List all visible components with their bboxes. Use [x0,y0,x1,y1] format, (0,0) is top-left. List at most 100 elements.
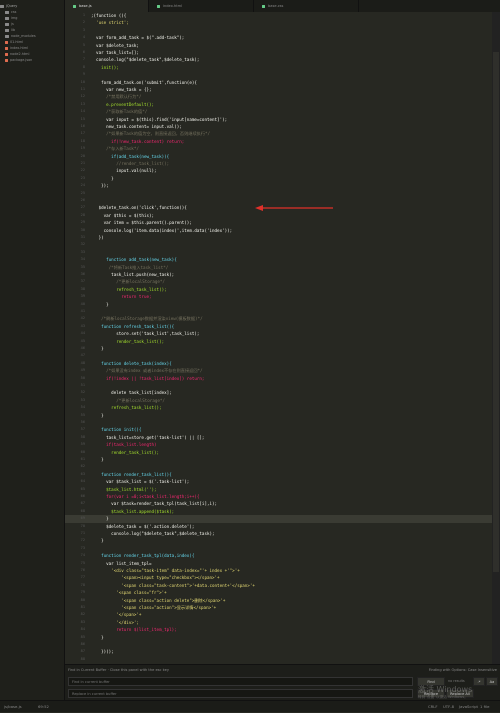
line-number: 70 [80,523,85,528]
regex-toggle[interactable]: .* [473,677,485,686]
code-line[interactable]: function refresh_task_list(){ [91,323,174,330]
code-line[interactable]: refresh_task_list(); [91,404,161,411]
code-line[interactable]: e.preventDefault(); [91,101,154,108]
code-line[interactable]: delete task_list[index]; [91,389,172,396]
code-line[interactable]: $task_list.html(''); [91,486,156,493]
code-line[interactable]: 'use strict'; [91,19,129,26]
find-input[interactable]: Find in current buffer [68,677,413,686]
code-line[interactable]: } [91,537,104,544]
code-line[interactable]: task_list.push(new_task); [91,271,174,278]
code-line[interactable]: '</div>'; [91,619,139,626]
code-line[interactable]: }) [91,234,104,241]
code-line[interactable]: return $(list_item_tpl); [91,626,177,633]
vertical-scrollbar[interactable] [492,12,500,664]
code-line[interactable]: console.log("$delete_task",$delete_task)… [91,56,199,63]
find-panel-info: Find in Current Buffer · Close this pane… [68,668,169,672]
code-line[interactable]: render_task_list(); [91,338,164,345]
code-line[interactable]: var list_item_tpl= [91,560,151,567]
code-line[interactable]: /*获取新Task的值*/ [91,108,147,115]
code-line[interactable]: if(task_list.length) [91,441,156,448]
code-line[interactable]: $task_list.append($task); [91,508,174,515]
code-line[interactable]: if(add_task(new_task)){ [91,153,169,160]
code-line[interactable]: /*禁用默认行为*/ [91,93,141,100]
code-line[interactable]: /*如果没有index 或者index不存在则直接返回*/ [91,367,202,374]
code-line[interactable]: var task_list=[]; [91,49,139,56]
code-line[interactable]: console.log("$delete_task",$delete_task)… [91,530,214,537]
code-line[interactable]: if(!index || !task_list[index]) return; [91,375,204,382]
code-line[interactable]: refresh_task_list(); [91,286,166,293]
status-line-ending[interactable]: CRLF [428,701,438,713]
code-line[interactable]: } [91,412,104,419]
code-line[interactable]: console.log('item.data(index)',item.data… [91,227,233,234]
code-line[interactable]: /*刷新localStorage数据并渲染view(模板数据)*/ [91,315,203,322]
line-number: 15 [80,116,85,121]
code-line[interactable]: form_add_task.on('submit',function(e){ [91,79,197,86]
code-line[interactable]: } [91,175,114,182]
scrollbar-thumb[interactable] [493,52,499,572]
replace-input[interactable]: Replace in current buffer [68,689,413,698]
code-line[interactable]: var $task=render_task_tpl(task_list[i],i… [91,500,217,507]
code-line[interactable]: })(); [91,648,114,655]
code-line[interactable]: /*将新Task推入task_list*/ [91,264,169,271]
editor-tab[interactable]: index.html [149,0,254,12]
tab-label: index.html [163,4,183,8]
code-line[interactable]: task_list=store.get('task-list') || []; [91,434,204,441]
code-line[interactable]: if(!new_task.content) return; [91,138,184,145]
code-line[interactable]: '<span class="action delete">删除</span>'+ [91,597,225,604]
code-line[interactable]: input.val(null); [91,167,156,174]
code-line[interactable]: return true; [91,293,151,300]
line-number: 40 [80,301,85,306]
code-line[interactable]: }); [91,182,109,189]
code-line[interactable]: init(); [91,64,119,71]
code-line[interactable]: '<div class="task-item" data-index="'+ i… [91,567,240,574]
code-editor[interactable]: 1 ;(function (){2 'use strict'; 3 4 var for… [65,12,492,664]
code-line[interactable]: ;(function (){ [91,12,126,19]
code-line[interactable]: function render_task_tpl(data,index){ [91,552,194,559]
code-line[interactable]: new_task.content= input.val(); [91,123,182,130]
code-line[interactable]: } [91,456,104,463]
code-line[interactable]: $delete_task = $('.action.delete'); [91,523,194,530]
code-line[interactable]: '<span class="fr">'+ [91,589,166,596]
code-line[interactable]: } [91,634,104,641]
status-file-path[interactable]: js/base.js [4,701,22,713]
code-line[interactable]: function init(){ [91,426,141,433]
line-number: 35 [80,264,85,269]
code-line[interactable]: store.set('task_list',task_list); [91,330,199,337]
line-number: 59 [80,442,85,447]
code-area[interactable]: 1 ;(function (){2 'use strict'; 3 4 var for… [65,12,492,664]
code-line[interactable]: /*如果新Task的值为空，则直接返回，否则继续执行*/ [91,130,210,137]
code-line[interactable]: '</span>'+ [91,611,141,618]
code-line[interactable]: /*存入新Task*/ [91,145,139,152]
code-line[interactable]: function delete_task(index){ [91,360,172,367]
code-line[interactable]: //render_task_list(); [91,160,169,167]
code-line[interactable]: function render_task_list(){ [91,471,172,478]
code-line[interactable]: '<span class="action">显示详情</span>'+ [91,604,216,611]
code-line[interactable]: render_task_list(); [91,449,159,456]
code-line[interactable]: function add_task(new_task){ [91,256,177,263]
status-cursor-position[interactable]: 69:52 [38,701,49,713]
code-line[interactable]: var new_task = {}; [91,86,151,93]
code-line[interactable]: /*更新localStorage*/ [91,278,165,285]
tree-item[interactable]: package.json [0,57,64,63]
code-line[interactable]: var $delete_task; [91,42,139,49]
editor-tab[interactable]: base.css [254,0,359,12]
line-number: 5 [82,42,85,47]
code-line[interactable]: $delete_task.on('click',function(){ [91,204,187,211]
code-line[interactable]: '<span class="task-content">'+data.conte… [91,582,255,589]
code-line[interactable]: var item = $this.parent().parent(); [91,219,192,226]
case-toggle[interactable]: Aa [486,677,498,686]
code-line[interactable]: var $this = $(this); [91,212,154,219]
status-grammar[interactable]: JavaScript [459,701,478,713]
code-line[interactable]: for(var i =0;i<task_list.length;i++){ [91,493,199,500]
code-line[interactable]: '<span><input type="checkbox"></span>'+ [91,574,219,581]
code-line[interactable]: } [91,345,104,352]
editor-tab[interactable]: base.js [65,0,149,12]
code-line[interactable]: var form_add_task = $(".add-task"); [91,34,184,41]
code-line[interactable]: /*更新localStorage*/ [91,397,165,404]
line-number: 17 [80,131,85,136]
code-line[interactable]: } [91,515,109,522]
status-encoding[interactable]: UTF-8 [443,701,454,713]
code-line[interactable]: var input = $(this).find('input[name=con… [91,116,227,123]
code-line[interactable]: var $task_list = $('.task-list'); [91,478,189,485]
code-line[interactable]: } [91,301,109,308]
